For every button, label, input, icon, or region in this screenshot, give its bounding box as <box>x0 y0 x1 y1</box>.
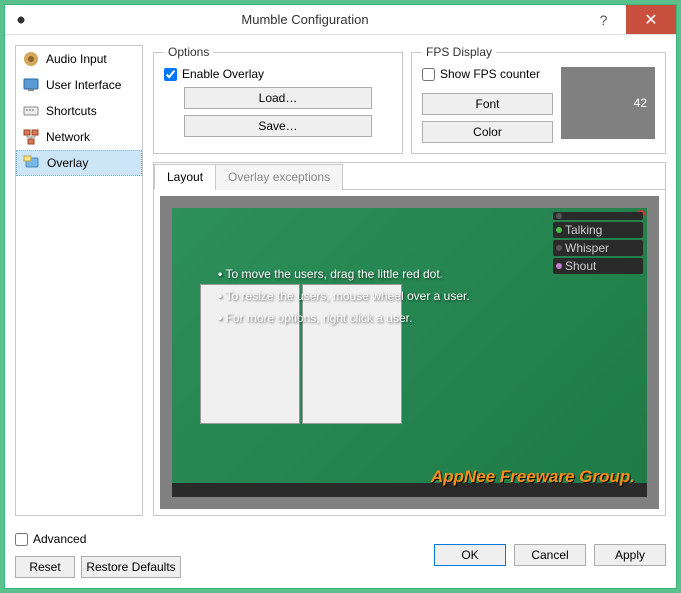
fps-preview: 42 <box>561 67 655 139</box>
audio-input-icon <box>22 50 40 68</box>
fps-legend: FPS Display <box>422 45 496 59</box>
preview-desktop: Talking Whisper Shout To move the users,… <box>172 208 647 497</box>
show-fps-label: Show FPS counter <box>440 67 540 81</box>
options-legend: Options <box>164 45 213 59</box>
tab-layout[interactable]: Layout <box>154 164 216 190</box>
sidebar-item-label: Shortcuts <box>46 104 97 118</box>
cancel-button[interactable]: Cancel <box>514 544 586 566</box>
ok-button[interactable]: OK <box>434 544 506 566</box>
overlay-preview[interactable]: Talking Whisper Shout To move the users,… <box>160 196 659 509</box>
shortcuts-icon <box>22 102 40 120</box>
overlay-user-panel[interactable]: Talking Whisper Shout <box>553 212 643 276</box>
fps-group: FPS Display Show FPS counter Font Color … <box>411 45 666 154</box>
sidebar-item-label: Audio Input <box>46 52 107 66</box>
show-fps-checkbox[interactable] <box>422 68 435 81</box>
enable-overlay-checkbox[interactable] <box>164 68 177 81</box>
enable-overlay-label: Enable Overlay <box>182 67 264 81</box>
watermark-text: AppNee Freeware Group. <box>431 467 635 487</box>
sidebar-item-label: Overlay <box>47 156 88 170</box>
sidebar-item-network[interactable]: Network <box>16 124 142 150</box>
instructions-text: To move the users, drag the little red d… <box>218 263 470 329</box>
user-interface-icon <box>22 76 40 94</box>
network-icon <box>22 128 40 146</box>
overlay-icon <box>23 154 41 172</box>
advanced-checkbox[interactable] <box>15 533 28 546</box>
save-button[interactable]: Save… <box>184 115 372 137</box>
sidebar-item-overlay[interactable]: Overlay <box>16 150 142 176</box>
fps-preview-value: 42 <box>634 96 647 110</box>
restore-defaults-button[interactable]: Restore Defaults <box>81 556 181 578</box>
config-window: Mumble Configuration ? ✕ Audio Input Use… <box>4 4 677 589</box>
load-button[interactable]: Load… <box>184 87 372 109</box>
advanced-label: Advanced <box>33 532 86 546</box>
color-button[interactable]: Color <box>422 121 553 143</box>
sidebar-item-label: User Interface <box>46 78 121 92</box>
apply-button[interactable]: Apply <box>594 544 666 566</box>
overlay-tabs: Layout Overlay exceptions Talking Whispe… <box>153 162 666 516</box>
sidebar-item-shortcuts[interactable]: Shortcuts <box>16 98 142 124</box>
window-title: Mumble Configuration <box>29 12 581 27</box>
tab-overlay-exceptions[interactable]: Overlay exceptions <box>215 164 343 190</box>
font-button[interactable]: Font <box>422 93 553 115</box>
titlebar: Mumble Configuration ? ✕ <box>5 5 676 35</box>
category-list[interactable]: Audio Input User Interface Shortcuts Net… <box>15 45 143 516</box>
app-icon <box>13 12 29 28</box>
reset-button[interactable]: Reset <box>15 556 75 578</box>
sidebar-item-audio-input[interactable]: Audio Input <box>16 46 142 72</box>
sidebar-item-label: Network <box>46 130 90 144</box>
close-button[interactable]: ✕ <box>626 5 676 34</box>
help-button[interactable]: ? <box>581 5 626 34</box>
options-group: Options Enable Overlay Load… Save… <box>153 45 403 154</box>
sidebar-item-user-interface[interactable]: User Interface <box>16 72 142 98</box>
